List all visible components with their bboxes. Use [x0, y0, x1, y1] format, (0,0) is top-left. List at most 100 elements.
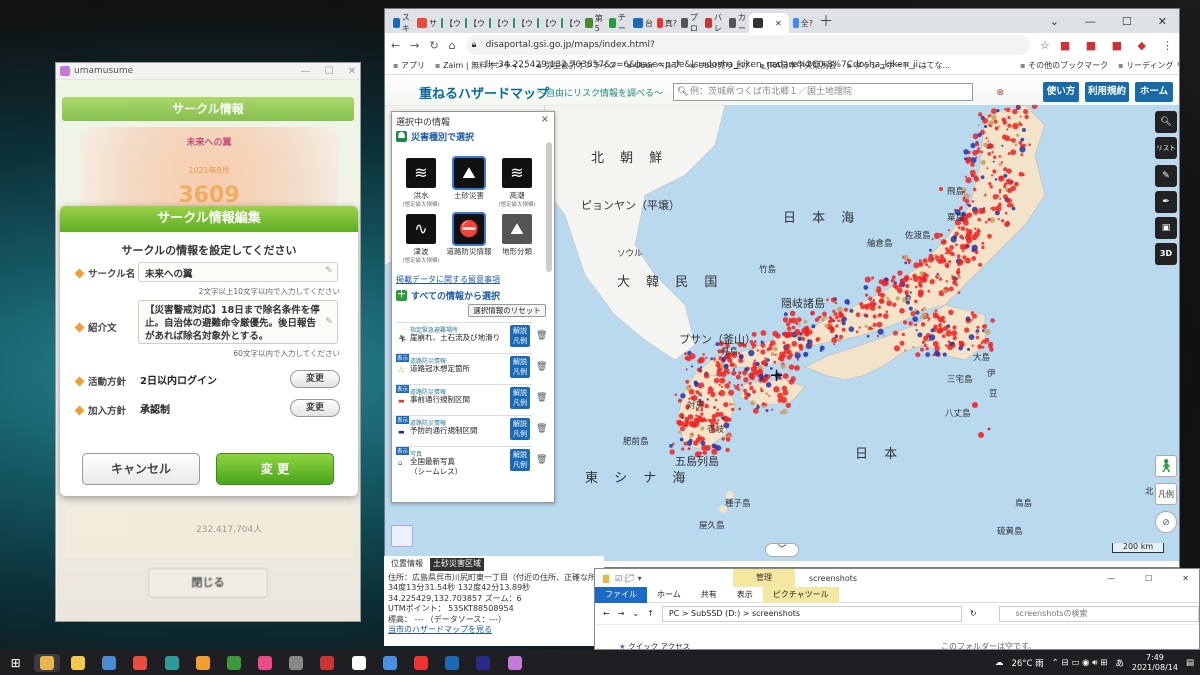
layer-legend-button[interactable]: 解説 凡例: [510, 325, 530, 347]
toolbox-icon[interactable]: ▣: [1155, 217, 1177, 239]
layer-visible-badge[interactable]: 表示: [396, 416, 410, 424]
layer-legend-button[interactable]: 解説 凡例: [510, 449, 530, 471]
terms-button[interactable]: 利用規約: [1085, 82, 1129, 102]
home-button[interactable]: ホーム: [1135, 82, 1173, 102]
flood-icon[interactable]: ≋: [406, 158, 436, 188]
panel-scrollbar[interactable]: [546, 142, 552, 272]
trash-icon[interactable]: 🗑︎: [536, 424, 547, 434]
back-icon[interactable]: ←: [603, 609, 610, 618]
youtube-taskbar-icon[interactable]: [408, 654, 434, 672]
layer-row[interactable]: 表示 ▬ 道路防災情報 事前通行規制区間 解説 凡例 🗑︎: [396, 384, 547, 414]
browser-tab[interactable]: 【ウ: [557, 13, 581, 33]
app-taskbar-icon[interactable]: [159, 654, 185, 672]
maximize-button[interactable]: ☐: [325, 66, 334, 77]
close-explorer-button[interactable]: ✕: [1182, 574, 1189, 583]
compass-icon[interactable]: ⊘: [1155, 511, 1177, 533]
walking-person-icon[interactable]: 🚶︎: [1155, 455, 1177, 477]
layer-visible-badge[interactable]: 表示: [396, 447, 410, 455]
app-taskbar-icon[interactable]: [346, 654, 372, 672]
browser-tab[interactable]: 【ウ: [509, 13, 533, 33]
explorer-search-input[interactable]: screenshotsの検索: [998, 605, 1199, 622]
clear-icon[interactable]: ⊗: [996, 85, 1004, 101]
layer-legend-button[interactable]: 解説 凡例: [510, 387, 530, 409]
reset-selection-button[interactable]: 選択情報のリセット: [468, 304, 546, 317]
browser-tab[interactable]: カー: [725, 13, 749, 33]
trash-icon[interactable]: 🗑︎: [536, 331, 547, 341]
confirm-change-button[interactable]: 変 更: [216, 453, 334, 485]
landform-icon[interactable]: ⛰: [502, 214, 532, 244]
dropdown-icon[interactable]: ⌄: [632, 609, 639, 618]
app-taskbar-icon[interactable]: [470, 654, 496, 672]
trash-icon[interactable]: 🗑︎: [536, 455, 547, 465]
notification-icon[interactable]: ▤: [1186, 658, 1194, 668]
layer-row[interactable]: 表示 ▬ 道路防災情報 予防的通行規制区間 解説 凡例 🗑︎: [396, 415, 547, 445]
maximize-button[interactable]: ☐: [1122, 15, 1132, 28]
layer-visible-badge[interactable]: 表示: [396, 385, 410, 393]
layer-legend-button[interactable]: 解説 凡例: [510, 418, 530, 440]
layer-visible-badge[interactable]: 表示: [396, 354, 410, 362]
windows-start-icon[interactable]: ⊞: [3, 654, 29, 672]
minimize-button[interactable]: —: [1085, 15, 1096, 28]
tab-close-icon[interactable]: ✕: [775, 19, 782, 28]
hazard-map-link[interactable]: 当市のハザードマップを見る: [388, 625, 600, 636]
maximize-button[interactable]: ☐: [1145, 574, 1152, 583]
list-tool-icon[interactable]: リスト: [1155, 137, 1177, 159]
layer-row[interactable]: 表示 ⚠ 道路防災情報 道路冠水想定箇所 解説 凡例 🗑︎: [396, 353, 547, 383]
browser-tab[interactable]: 【ウ: [485, 13, 509, 33]
app-taskbar-icon[interactable]: [190, 654, 216, 672]
app-taskbar-icon[interactable]: [221, 654, 247, 672]
chrome-taskbar-icon[interactable]: [127, 654, 153, 672]
address-search-input[interactable]: 🔍︎ 例：茨城県つくば市北郷１／国土地理院 ⊗: [673, 83, 1004, 101]
trash-icon[interactable]: 🗑︎: [536, 362, 547, 372]
reload-icon[interactable]: ↻: [429, 39, 438, 52]
browser-tab[interactable]: 第5: [581, 13, 605, 33]
basemap-switch-button[interactable]: [391, 525, 413, 547]
browser-tab[interactable]: サ: [413, 13, 437, 33]
bookmark-item[interactable]: ▪ アプリ: [393, 60, 425, 71]
bookmark-item[interactable]: ▪ その他のブックマーク: [1020, 60, 1108, 71]
new-tab-icon[interactable]: ＋: [819, 11, 833, 31]
close-browser-button[interactable]: ✕: [1158, 15, 1167, 28]
tray-icons[interactable]: ⌃ ⊟ ▭ ◉ 🔊︎ ⊞: [1052, 658, 1108, 668]
ime-indicator[interactable]: あ: [1115, 657, 1124, 669]
bookmark-item[interactable]: ▪ リーディング リスト: [1118, 60, 1179, 71]
browser-tab[interactable]: チー: [605, 13, 629, 33]
app-taskbar-icon[interactable]: [377, 654, 403, 672]
cancel-button[interactable]: キャンセル: [82, 453, 200, 485]
storm-surge-icon[interactable]: ≋: [502, 158, 532, 188]
layer-legend-button[interactable]: 解説 凡例: [510, 356, 530, 378]
url-input[interactable]: 🔒︎ disaportal.gsi.go.jp/maps/index.html?l…: [465, 35, 1030, 70]
browser-tab[interactable]: 【ウ: [461, 13, 485, 33]
back-icon[interactable]: ←: [391, 39, 400, 52]
home-icon[interactable]: ⌂: [449, 39, 456, 52]
close-panel-icon[interactable]: ×: [541, 114, 549, 125]
3d-view-icon[interactable]: 3D: [1155, 243, 1177, 265]
howto-button[interactable]: 使い方: [1043, 82, 1079, 102]
forward-icon[interactable]: →: [410, 39, 419, 52]
qat-icons[interactable]: ☑ 📁︎ ▾: [615, 574, 641, 583]
site-title[interactable]: 重ねるハザードマップ: [419, 83, 549, 102]
refresh-icon[interactable]: ↻: [970, 609, 977, 618]
steam-taskbar-icon[interactable]: [439, 654, 465, 672]
browser-tab[interactable]: 【ウ: [437, 13, 461, 33]
weather-text[interactable]: 26°C 雨: [1011, 657, 1043, 669]
tsunami-icon[interactable]: ∿: [406, 214, 436, 244]
forward-icon[interactable]: →: [618, 609, 625, 618]
draw-tool-icon[interactable]: ✎: [1155, 165, 1177, 187]
app-taskbar-icon[interactable]: [314, 654, 340, 672]
tab-location[interactable]: 位置情報: [388, 558, 426, 571]
join-change-button[interactable]: 変更: [290, 399, 340, 417]
ribbon-tab-0[interactable]: ファイル: [595, 586, 647, 603]
browser-tab[interactable]: 台: [629, 13, 653, 33]
landslide-icon[interactable]: ⛰: [452, 156, 486, 190]
close-button[interactable]: 閉じる: [148, 568, 268, 598]
browser-tab[interactable]: バレ: [701, 13, 725, 33]
app-taskbar-icon[interactable]: [283, 654, 309, 672]
minimize-button[interactable]: —: [301, 66, 311, 77]
folder-taskbar-icon[interactable]: [33, 653, 60, 672]
bookmark-star-icon[interactable]: ☆: [1040, 39, 1050, 52]
pen-tool-icon[interactable]: ✒: [1155, 191, 1177, 213]
trash-icon[interactable]: 🗑︎: [536, 393, 547, 403]
close-window-button[interactable]: ✕: [348, 66, 356, 77]
app-taskbar-icon[interactable]: [252, 654, 278, 672]
